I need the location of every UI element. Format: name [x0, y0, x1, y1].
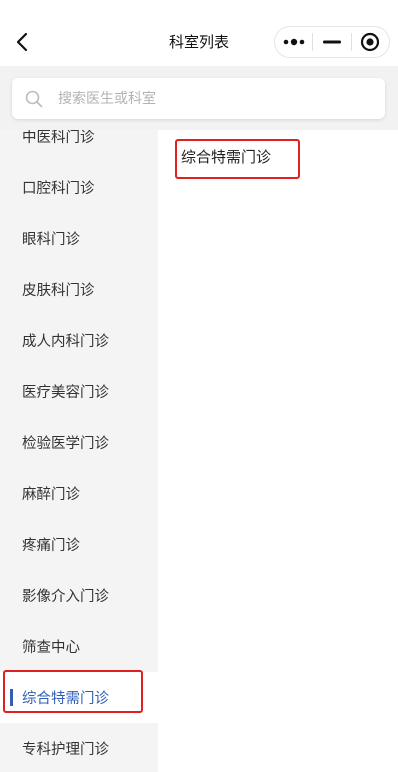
sidebar-item-comprehensive-special[interactable]: 综合特需门诊	[0, 672, 158, 723]
sidebar-item-label: 筛查中心	[22, 640, 80, 656]
sidebar-item-label: 成人内科门诊	[22, 334, 109, 350]
sidebar-item-pain[interactable]: 疼痛门诊	[0, 519, 158, 570]
sidebar-item-label: 中医科门诊	[22, 130, 95, 146]
sidebar-list: 中医科门诊 口腔科门诊 眼科门诊 皮肤科门诊 成人内科门诊 医疗美容门诊 检验医…	[0, 130, 158, 772]
sidebar-item-label: 医疗美容门诊	[22, 385, 109, 401]
sidebar-item-laboratory-medicine[interactable]: 检验医学门诊	[0, 417, 158, 468]
sidebar-item-ophthalmology[interactable]: 眼科门诊	[0, 213, 158, 264]
sidebar-item-medical-cosmetology[interactable]: 医疗美容门诊	[0, 366, 158, 417]
sidebar-item-anesthesia[interactable]: 麻醉门诊	[0, 468, 158, 519]
mini-program-capsule	[274, 26, 390, 58]
sidebar-item-tcm[interactable]: 中医科门诊	[0, 130, 158, 162]
sidebar-item-label: 影像介入门诊	[22, 589, 109, 605]
active-indicator	[10, 689, 13, 706]
sidebar-item-interventional-imaging[interactable]: 影像介入门诊	[0, 570, 158, 621]
more-button[interactable]	[275, 27, 312, 57]
search-box[interactable]	[12, 78, 385, 119]
department-sidebar: 中医科门诊 口腔科门诊 眼科门诊 皮肤科门诊 成人内科门诊 医疗美容门诊 检验医…	[0, 130, 158, 772]
sidebar-item-specialty-nursing[interactable]: 专科护理门诊	[0, 723, 158, 772]
sidebar-item-label: 眼科门诊	[22, 232, 80, 248]
department-content: 综合特需门诊	[158, 130, 398, 772]
close-button[interactable]	[352, 27, 389, 57]
more-dots-icon	[283, 38, 304, 46]
sidebar-item-adult-internal-medicine[interactable]: 成人内科门诊	[0, 315, 158, 366]
sidebar-item-dermatology[interactable]: 皮肤科门诊	[0, 264, 158, 315]
minimize-button[interactable]	[313, 27, 350, 57]
sidebar-item-label: 麻醉门诊	[22, 487, 80, 503]
sidebar-item-label: 专科护理门诊	[22, 742, 109, 758]
sidebar-item-label: 口腔科门诊	[22, 181, 95, 197]
target-close-icon	[361, 32, 380, 52]
sidebar-item-label: 疼痛门诊	[22, 538, 80, 554]
department-item[interactable]: 综合特需门诊	[181, 146, 271, 167]
search-area	[0, 66, 398, 130]
sidebar-item-label: 皮肤科门诊	[22, 283, 95, 299]
sidebar-item-stomatology[interactable]: 口腔科门诊	[0, 162, 158, 213]
search-icon	[24, 89, 44, 109]
search-input[interactable]	[56, 89, 360, 108]
sidebar-item-screening-center[interactable]: 筛查中心	[0, 621, 158, 672]
minimize-icon	[322, 40, 341, 44]
sidebar-item-label: 检验医学门诊	[22, 436, 109, 452]
sidebar-item-label: 综合特需门诊	[22, 691, 109, 707]
